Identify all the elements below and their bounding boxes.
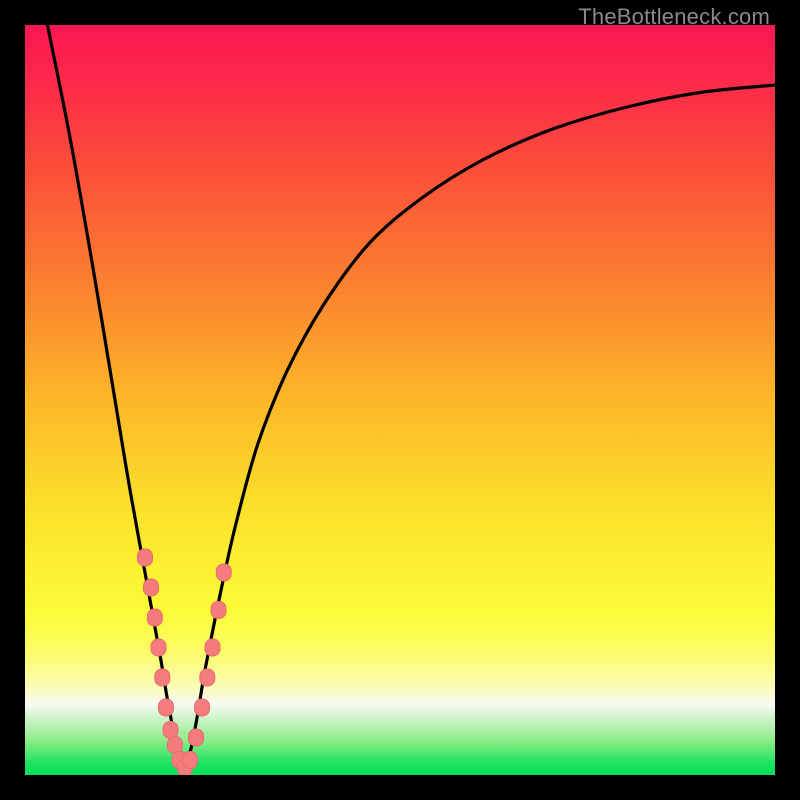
plot-area [25,25,775,775]
marker-point [138,549,153,566]
watermark-text: TheBottleneck.com [578,4,770,30]
marker-cluster [138,549,232,775]
marker-point [183,752,198,769]
marker-point [155,669,170,686]
marker-point [200,669,215,686]
marker-point [205,639,220,656]
curve-layer [25,25,775,775]
marker-point [216,564,231,581]
marker-point [189,729,204,746]
marker-point [151,639,166,656]
marker-point [147,609,162,626]
chart-frame: TheBottleneck.com [0,0,800,800]
marker-point [195,699,210,716]
marker-point [211,602,226,619]
bottleneck-curve [25,25,775,768]
marker-point [144,579,159,596]
marker-point [168,737,183,754]
marker-point [163,722,178,739]
marker-point [159,699,174,716]
